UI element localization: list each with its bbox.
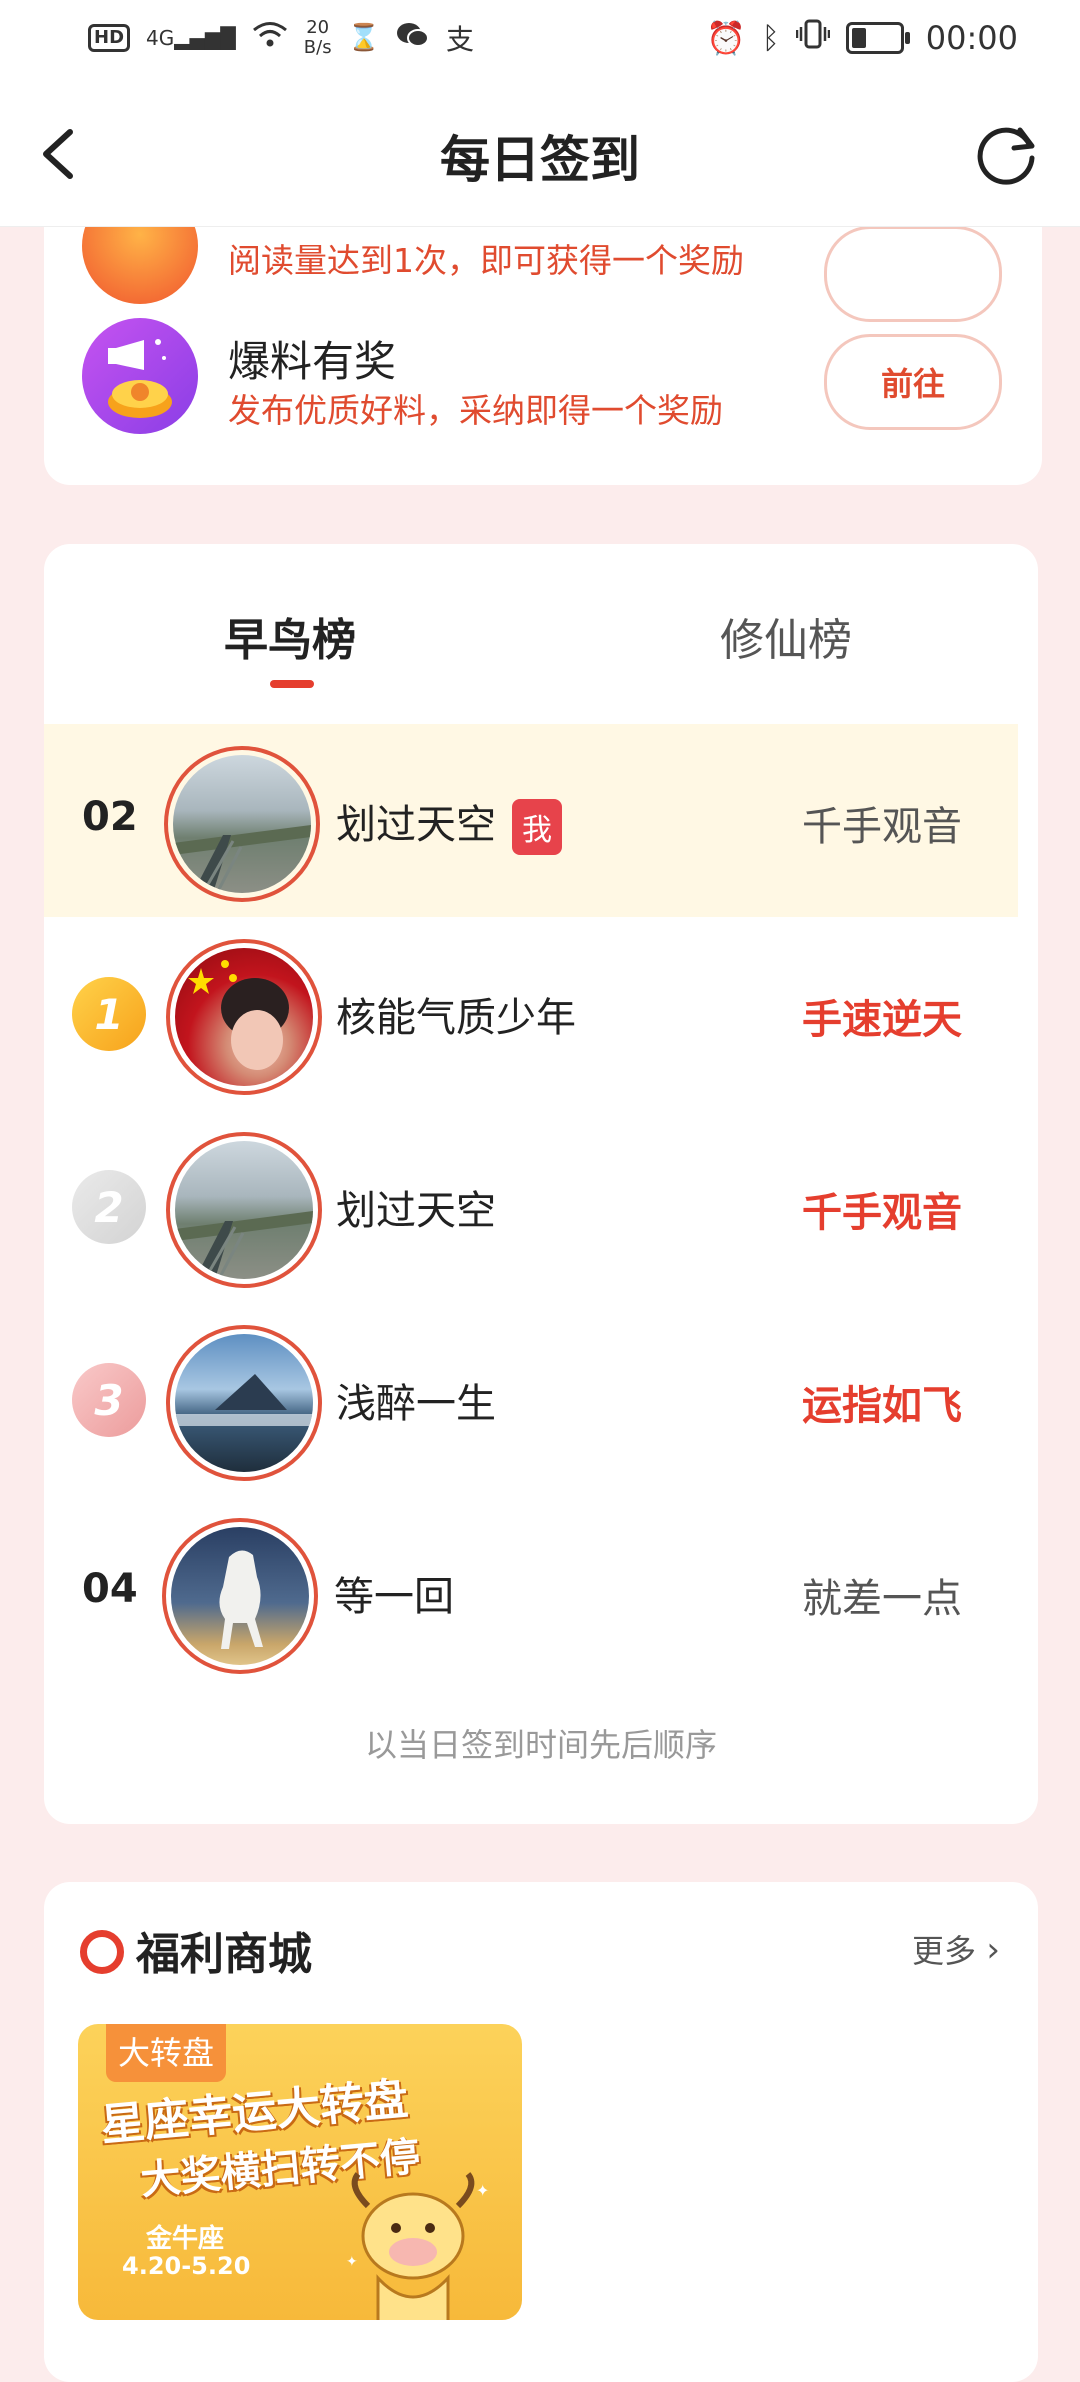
network-speed: 20 B/s — [304, 18, 332, 58]
task-go-button[interactable]: 前往 — [824, 334, 1002, 430]
rank-row[interactable]: 2 划过天空 千手观音 — [44, 1110, 1018, 1303]
clock: 00:00 — [925, 19, 1018, 57]
refresh-icon — [977, 127, 1035, 185]
battery-icon — [845, 22, 910, 54]
wechat-icon — [396, 21, 430, 56]
tab-indicator — [270, 680, 314, 688]
rank-title: 千手观音 — [802, 1190, 962, 1236]
rank-row[interactable]: 3 浅醉一生 运指如飞 — [44, 1303, 1018, 1496]
rank-name: 等一回 — [334, 1574, 454, 1620]
bronze-medal-icon: 3 — [72, 1363, 146, 1437]
gold-medal-icon: 1 — [72, 977, 146, 1051]
avatar-image-seascape — [175, 1334, 313, 1472]
me-badge: 我 — [512, 799, 562, 855]
avatar — [166, 1325, 322, 1481]
task-go-button[interactable] — [824, 226, 1002, 322]
cellular-signal-icon: 4G▂▄▆█ — [146, 26, 236, 50]
task-row-tipoff: 爆料有奖 发布优质好料，采纳即得一个奖励 前往 — [44, 318, 1042, 458]
vibrate-icon — [795, 18, 831, 58]
refresh-button[interactable] — [972, 118, 1042, 188]
tab-immortal[interactable]: 修仙榜 — [720, 604, 852, 668]
rank-name: 核能气质少年 — [336, 995, 576, 1041]
rank-title: 千手观音 — [802, 804, 962, 850]
avatar-image-lake — [175, 1141, 313, 1279]
megaphone-reward-icon — [82, 318, 198, 434]
svg-text:✦: ✦ — [476, 2181, 489, 2200]
speed-value: 20 — [306, 17, 330, 38]
task-description: 发布优质好料，采纳即得一个奖励 — [228, 391, 723, 430]
promo-date: 4.20-5.20 — [122, 2252, 251, 2280]
task-title: 爆料有奖 — [228, 337, 397, 386]
avatar-image-lake — [173, 755, 311, 893]
bluetooth-icon: ᛒ — [761, 20, 780, 56]
rank-number: 04 — [82, 1566, 138, 1612]
more-link[interactable]: 更多 — [912, 1926, 976, 1972]
rank-number: 02 — [82, 794, 138, 840]
my-rank-row[interactable]: 02 划过天空我 千手观音 — [44, 724, 1018, 917]
rank-title: 就差一点 — [802, 1576, 962, 1622]
leaderboard-card: 早鸟榜 修仙榜 02 划过天空我 千手观音 1 核能气质少年 手速逆天 2 划过… — [44, 544, 1038, 1824]
task-description: 阅读量达到1次，即可获得一个奖励 — [228, 241, 744, 280]
avatar — [162, 1518, 318, 1674]
silver-medal-icon: 2 — [72, 1170, 146, 1244]
rank-title: 手速逆天 — [802, 997, 962, 1043]
welfare-shop-card: 福利商城 更多 › 大转盘 星座幸运大转盘 大奖横扫转不停 金牛座 4.20-5… — [44, 1882, 1038, 2382]
rank-name-text: 划过天空 — [336, 802, 496, 848]
taurus-mascot-icon: ✦ ✦ — [346, 2172, 489, 2320]
status-bar: HD 4G▂▄▆█ 20 B/s ⌛ 支 ⏰ ᛒ 00:00 — [0, 0, 1080, 82]
promo-sign: 金牛座 — [146, 2224, 225, 2254]
rank-title: 运指如飞 — [802, 1383, 962, 1429]
leaderboard-footnote: 以当日签到时间先后顺序 — [364, 1726, 717, 1764]
promo-tag: 大转盘 — [106, 2024, 227, 2082]
status-right: ⏰ ᛒ 00:00 — [706, 18, 1018, 58]
avatar-image-boy-flag — [175, 948, 313, 1086]
avatar — [166, 1132, 322, 1288]
rank-name: 划过天空 — [336, 1188, 496, 1234]
rank-name: 浅醉一生 — [336, 1381, 496, 1427]
avatar — [164, 746, 320, 902]
app-header: 每日签到 — [0, 82, 1080, 227]
ring-icon — [80, 1930, 124, 1974]
shop-title: 福利商城 — [136, 1929, 312, 1980]
svg-text:✦: ✦ — [346, 2254, 358, 2270]
hd-icon: HD — [88, 24, 131, 52]
speed-unit: B/s — [303, 37, 332, 58]
hourglass-icon: ⌛ — [347, 23, 380, 53]
rank-name: 划过天空我 — [336, 792, 562, 855]
avatar — [166, 939, 322, 1095]
tab-early-bird[interactable]: 早鸟榜 — [224, 604, 356, 668]
status-left: HD 4G▂▄▆█ 20 B/s ⌛ 支 — [88, 18, 474, 58]
network-type: 4G — [146, 26, 175, 50]
alarm-icon: ⏰ — [705, 19, 746, 57]
chevron-right-icon[interactable]: › — [986, 1930, 1000, 1970]
alipay-icon: 支 — [445, 23, 474, 56]
promo-banner-lucky-wheel[interactable]: 大转盘 星座幸运大转盘 大奖横扫转不停 金牛座 4.20-5.20 ✦ ✦ — [78, 2024, 522, 2320]
wifi-icon — [252, 21, 288, 56]
rank-row[interactable]: 04 等一回 就差一点 — [44, 1496, 1018, 1689]
page-title: 每日签到 — [440, 131, 640, 189]
rank-row[interactable]: 1 核能气质少年 手速逆天 — [44, 917, 1018, 1110]
avatar-image-horse — [171, 1527, 309, 1665]
